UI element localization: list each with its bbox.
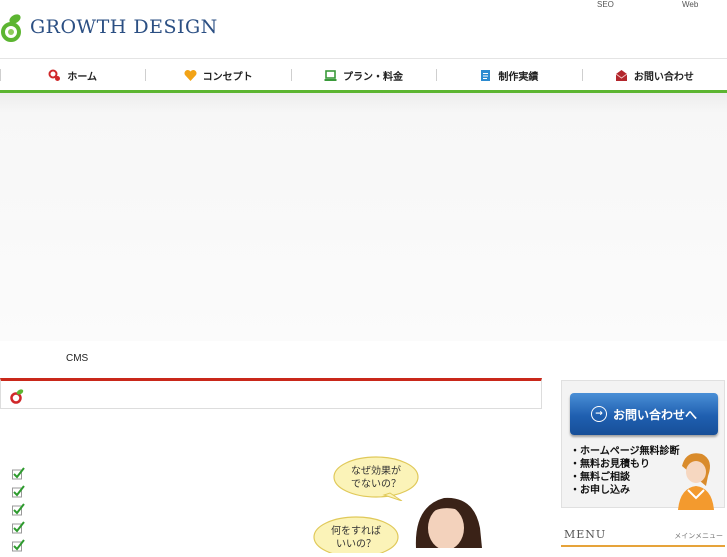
nav-item-works[interactable]: 制作実績 (436, 65, 581, 85)
woman-illustration (415, 497, 482, 548)
nav-label-contact: お問い合わせ (633, 71, 694, 83)
nav-item-plan[interactable]: プラン・料金 (290, 65, 436, 85)
contact-button[interactable]: → お問い合わせへ (570, 393, 718, 435)
contact-item-estimate: 無料お見積もり (570, 458, 680, 471)
speech-bubble-why: なぜ効果が でないの？ (333, 456, 419, 501)
logo-mark-icon (1, 14, 21, 42)
menu-title: MENU (564, 528, 607, 541)
main-nav: ホーム コンセプト プラン・料金 制作実績 お問い合わせ (0, 58, 727, 91)
contact-item-consult: 無料ご相談 (570, 471, 680, 484)
laptop-icon (324, 69, 337, 81)
section-heading-bar (0, 378, 542, 409)
nav-label-works: 制作実績 (498, 71, 539, 83)
bubble-1-line-1: なぜ効果が (351, 464, 401, 477)
nav-item-home[interactable]: ホーム (0, 65, 145, 85)
nav-label-concept: コンセプト (202, 71, 253, 83)
sidebar-menu-heading: MENU メインメニュー (561, 527, 725, 547)
top-link-seo[interactable]: SEO (597, 0, 614, 9)
nav-item-contact[interactable]: お問い合わせ (581, 65, 727, 85)
contact-item-apply: お申し込み (570, 484, 680, 497)
check-icon (12, 502, 26, 520)
site-header: GROWTH DESIGN SEO Web (0, 0, 727, 58)
top-link-web[interactable]: Web (682, 0, 698, 9)
bubble-1-line-2: でないの？ (351, 478, 401, 490)
menu-subtitle: メインメニュー (674, 532, 723, 540)
check-icon (12, 538, 26, 556)
contact-button-label: お問い合わせへ (612, 407, 697, 422)
check-icon (12, 520, 26, 538)
home-pin-icon (48, 69, 61, 81)
contact-list: ホームページ無料診断 無料お見積もり 無料ご相談 お申し込み (570, 445, 680, 497)
speech-bubble-what: 何をすれば いいの？ (313, 516, 399, 553)
bubble-2-line-1: 何をすれば (331, 524, 381, 537)
heart-icon (184, 69, 197, 81)
support-staff-illustration (678, 453, 714, 510)
hero-area (0, 93, 727, 341)
nav-label-plan: プラン・料金 (343, 71, 404, 83)
contact-item-diagnosis: ホームページ無料診断 (570, 445, 680, 458)
check-icon (12, 466, 26, 484)
brand-name: GROWTH DESIGN (30, 16, 218, 38)
site-logo[interactable]: GROWTH DESIGN (0, 10, 218, 44)
arrow-right-icon: → (590, 406, 607, 422)
hero-caption: CMS (66, 353, 89, 364)
document-icon (481, 69, 491, 81)
envelope-icon (615, 69, 628, 81)
nav-item-concept[interactable]: コンセプト (145, 65, 290, 85)
growth-mark-icon (10, 389, 24, 404)
nav-label-home: ホーム (67, 71, 98, 83)
checklist (12, 466, 26, 556)
check-icon (12, 484, 26, 502)
